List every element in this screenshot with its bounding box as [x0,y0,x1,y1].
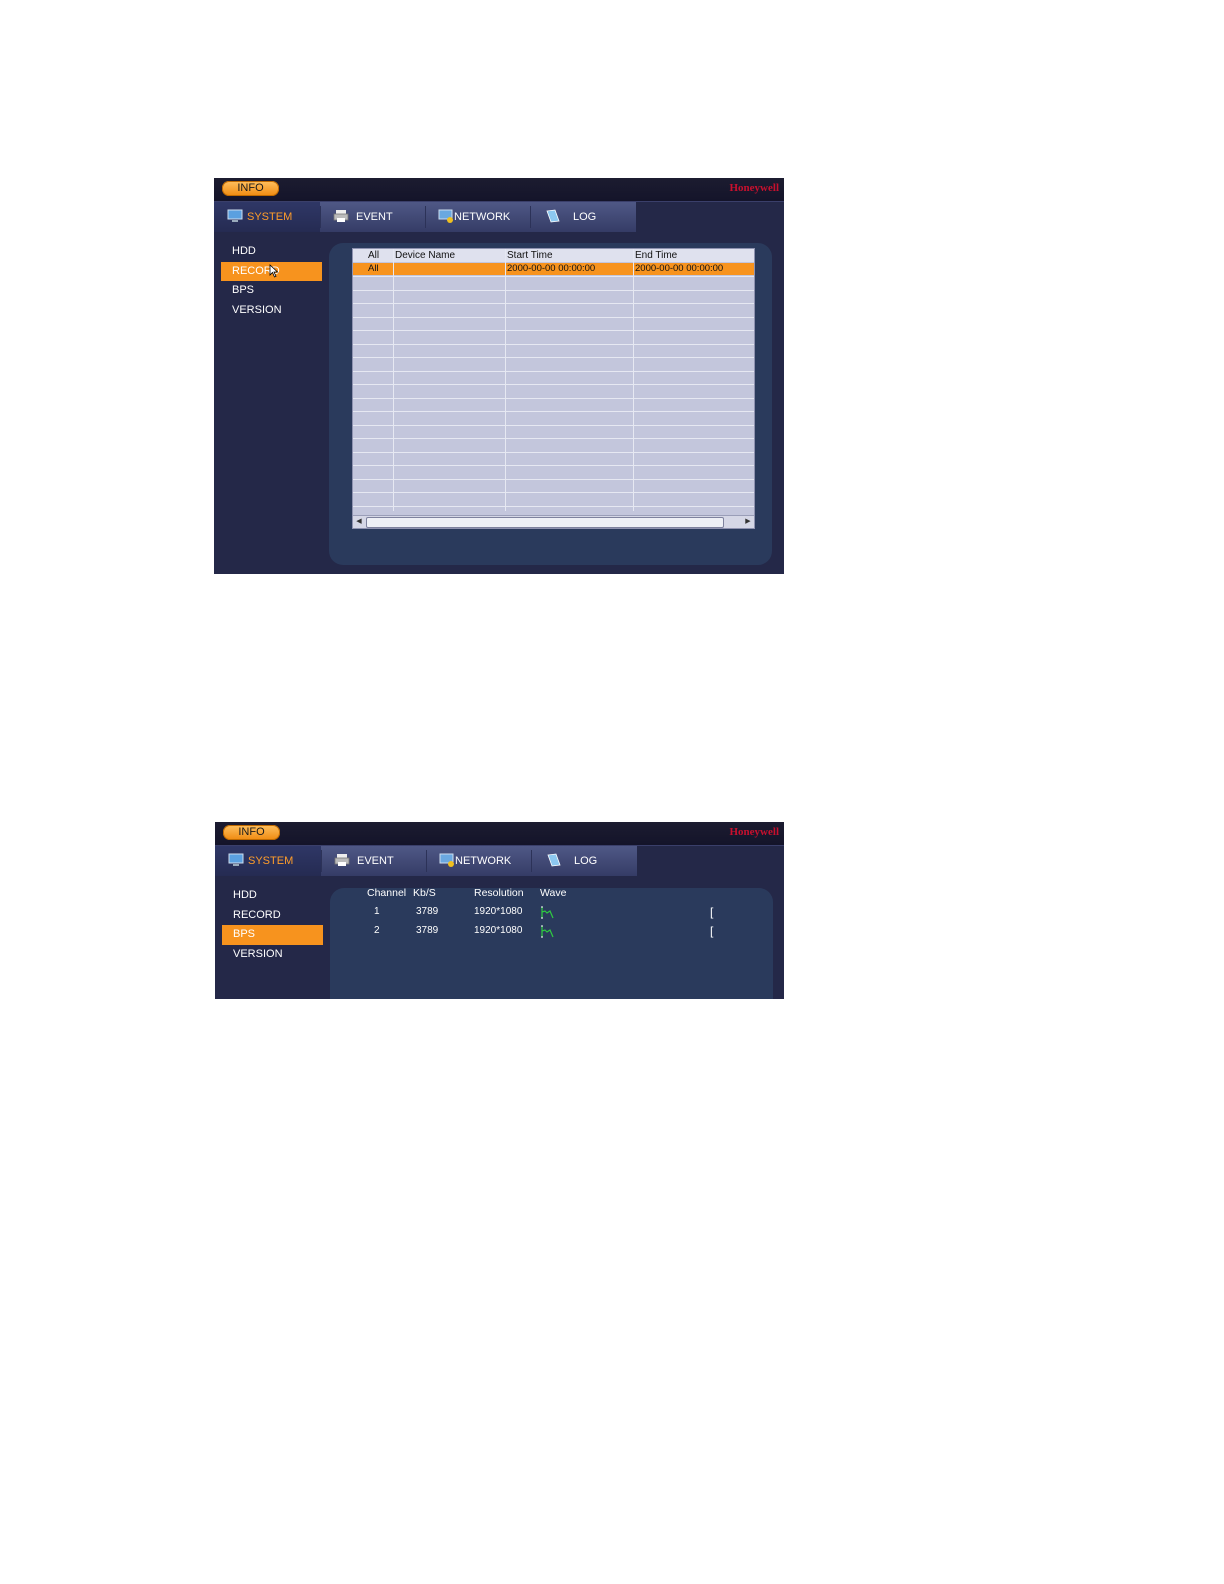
side-item-bps[interactable]: BPS [222,925,323,945]
table-gridline [353,289,754,291]
side-item-hdd[interactable]: HDD [221,242,322,262]
scroll-left-icon[interactable]: ◀ [353,516,365,528]
side-item-version[interactable]: VERSION [221,301,322,321]
system-monitor-icon [228,853,244,866]
tab-network[interactable]: NETWORK [426,202,530,232]
tab-event[interactable]: EVENT [322,846,426,876]
cell-start-time: 2000-00-00 00:00:00 [507,263,596,274]
table-gridline [353,397,754,399]
horizontal-scrollbar[interactable]: ◀ ▶ [353,515,754,528]
info-button[interactable]: INFO [223,825,280,840]
tab-label: NETWORK [455,855,512,867]
column-header-kbps: Kb/S [413,887,436,899]
mouse-cursor-icon [269,264,279,278]
tab-system[interactable]: SYSTEM [214,202,320,232]
table-header: All Device Name Start Time End Time [353,249,754,262]
table-gridline [353,276,754,277]
log-book-icon [547,853,561,867]
title-bar: INFO Honeywell [215,822,784,846]
column-header-wave: Wave [540,887,567,899]
system-monitor-icon [227,209,243,222]
info-button[interactable]: INFO [222,181,279,196]
tab-bar: SYSTEM EVENT NETWORK LOG [215,846,637,876]
wave-end-marker-icon: [ [710,905,714,919]
table-gridline [353,438,754,439]
tab-network[interactable]: NETWORK [427,846,531,876]
side-item-record[interactable]: RECORD [222,906,323,926]
side-menu: HDD RECORD BPS VERSION [221,242,322,320]
table-column-divider [393,249,394,511]
column-header-start-time: Start Time [507,250,553,261]
table-gridline [353,330,754,331]
cell-channel: 1 [374,906,380,917]
table-gridline [353,411,754,412]
network-monitor-icon [438,209,453,223]
cell-all: All [368,263,379,274]
wave-graph-icon [541,906,554,919]
column-header-channel: Channel [367,887,407,899]
network-monitor-icon [439,853,454,867]
cell-kbps: 3789 [416,925,439,936]
tab-system[interactable]: SYSTEM [215,846,321,876]
info-record-screen: INFO Honeywell SYSTEM EVENT NETWORK LOG … [214,178,784,574]
table-gridline [353,316,754,318]
table-gridline [353,370,754,372]
brand-logo: Honeywell [729,826,780,838]
cell-resolution: 1920*1080 [474,925,523,936]
tab-log[interactable]: LOG [531,202,636,232]
title-bar: INFO Honeywell [214,178,784,202]
tab-event[interactable]: EVENT [321,202,425,232]
table-gridline [353,465,754,466]
tab-label: NETWORK [454,211,511,223]
tab-label: SYSTEM [248,855,294,867]
tab-label: LOG [573,211,597,223]
scroll-right-icon[interactable]: ▶ [742,516,754,528]
tab-bar: SYSTEM EVENT NETWORK LOG [214,202,636,232]
table-gridline [353,505,754,507]
tab-label: LOG [574,855,598,867]
event-printer-icon [333,210,349,222]
table-gridline [353,451,754,453]
column-header-end-time: End Time [635,250,678,261]
tab-log[interactable]: LOG [532,846,637,876]
cell-channel: 2 [374,925,380,936]
info-bps-screen: INFO Honeywell SYSTEM EVENT NETWORK LOG … [215,822,784,999]
table-gridline [353,424,754,426]
table-gridline [353,343,754,345]
log-book-icon [546,209,560,223]
event-printer-icon [334,854,350,866]
cell-resolution: 1920*1080 [474,906,523,917]
column-header-resolution: Resolution [474,887,524,899]
table-gridline [353,303,754,304]
wave-end-marker-icon: [ [710,924,714,938]
cell-kbps: 3789 [416,906,439,917]
wave-graph-icon [541,925,554,938]
table-row[interactable]: All 2000-00-00 00:00:00 2000-00-00 00:00… [353,263,754,275]
record-table: All Device Name Start Time End Time All … [352,248,755,529]
table-gridline [353,478,754,480]
cell-end-time: 2000-00-00 00:00:00 [635,263,724,274]
side-item-bps[interactable]: BPS [221,281,322,301]
side-item-hdd[interactable]: HDD [222,886,323,906]
column-header-device-name: Device Name [395,250,456,261]
tab-label: EVENT [356,211,393,223]
column-header-all[interactable]: All [368,249,379,262]
tab-label: EVENT [357,855,394,867]
tab-label: SYSTEM [247,211,293,223]
content-panel [330,888,773,999]
table-column-divider [633,249,634,511]
side-menu: HDD RECORD BPS VERSION [222,886,323,964]
table-gridline [353,357,754,358]
table-gridline [353,492,754,493]
table-column-divider [505,249,506,511]
brand-logo: Honeywell [729,182,780,194]
side-item-version[interactable]: VERSION [222,945,323,965]
table-gridline [353,384,754,385]
scrollbar-thumb[interactable] [366,517,724,528]
